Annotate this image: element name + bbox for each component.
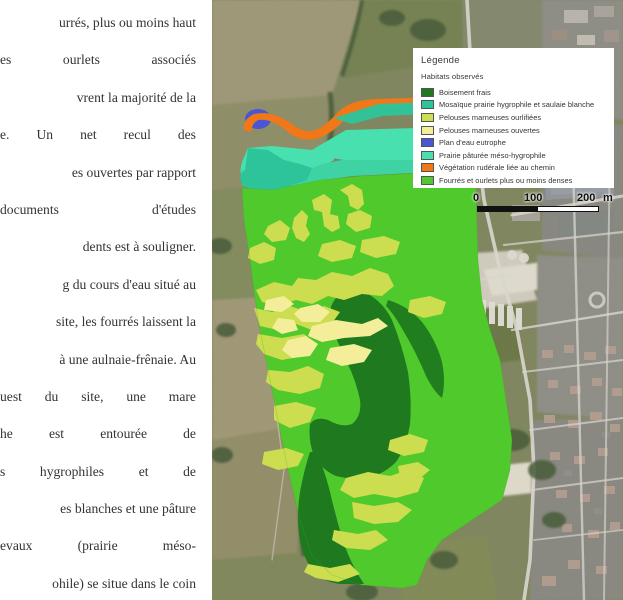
text-line: es ouvertes par rapport <box>0 154 198 191</box>
legend-item-pelouses-ouvertes[interactable]: Pelouses marneuses ouvertes <box>421 124 608 137</box>
legend-item-mosaique-saulaie[interactable]: Mosaïque prairie hygrophile et saulaie b… <box>421 99 608 112</box>
scalebar-tick-0: 0 <box>473 192 480 204</box>
legend-item-label: Prairie pâturée méso-hygrophile <box>439 150 546 160</box>
text-segment: est <box>48 426 65 442</box>
scalebar-unit: m <box>603 192 613 204</box>
text-segment: evaux <box>0 538 33 554</box>
text-segment: entourée <box>100 426 147 442</box>
text-line: site, les fourrés laissent la <box>0 303 198 340</box>
scalebar-tick-200: 200 <box>577 192 596 204</box>
text-segment: recul <box>123 127 151 143</box>
scalebar-segment-dark <box>478 207 538 211</box>
text-segment: à une aulnaie-frênaie. Au <box>59 351 196 367</box>
legend-subtitle: Habitats observés <box>421 72 484 81</box>
legend-title: Légende <box>421 55 460 66</box>
map-scalebar: 0 100 200 m <box>473 192 613 212</box>
text-line: urrés, plus ou moins haut <box>0 4 198 41</box>
text-segment: et <box>138 463 149 479</box>
text-line: ohile) se situe dans le coin <box>0 565 198 600</box>
text-line: à une aulnaie-frênaie. Au <box>0 341 198 378</box>
text-segment: site, <box>81 388 104 404</box>
text-segment: uest <box>0 388 22 404</box>
text-segment: e. <box>0 127 10 143</box>
legend-item-label: Pelouses marneuses ourlifiées <box>439 112 542 122</box>
text-segment: de <box>183 426 196 442</box>
text-segment: documents <box>0 201 59 217</box>
text-segment: es blanches et une pâture <box>60 501 196 517</box>
legend-item-label: Fourrés et ourlets plus ou moins denses <box>439 175 573 185</box>
legend-item-label: Végétation rudérale liée au chemin <box>439 163 555 173</box>
legend-item-vegetation-ruderale[interactable]: Végétation rudérale liée au chemin <box>421 162 608 175</box>
legend-swatch-icon <box>421 163 434 173</box>
text-line: vrent la majorité de la <box>0 79 198 116</box>
legend-item-label: Pelouses marneuses ouvertes <box>439 125 540 135</box>
text-line: es blanches et une pâture <box>0 490 198 527</box>
text-segment: méso- <box>162 538 196 554</box>
scalebar-labels: 0 100 200 m <box>473 192 613 205</box>
text-line: evaux (prairie méso- <box>0 527 198 564</box>
legend-swatch-icon <box>421 138 434 148</box>
text-segment: de <box>183 463 196 479</box>
text-segment: d'études <box>152 201 196 217</box>
text-line: uest du site, une mare <box>0 378 198 415</box>
text-segment: une <box>126 388 146 404</box>
legend-item-plan-deau-eutrophe[interactable]: Plan d'eau eutrophe <box>421 136 608 149</box>
map-legend: Légende Habitats observés Boisement frai… <box>413 48 614 188</box>
text-line: he est entourée de <box>0 415 198 452</box>
scalebar-tick-100: 100 <box>524 192 543 204</box>
scalebar-segment-light <box>538 207 598 211</box>
text-segment: hygrophiles <box>39 463 105 479</box>
text-segment: ohile) se situe dans le coin <box>52 575 196 591</box>
text-segment: he <box>0 426 13 442</box>
text-segment: des <box>177 127 196 143</box>
legend-item-label: Plan d'eau eutrophe <box>439 138 506 148</box>
legend-swatch-icon <box>421 125 434 135</box>
document-text-column: urrés, plus ou moins haut es ourlets ass… <box>0 0 206 600</box>
text-segment: site, les fourrés laissent la <box>55 314 196 330</box>
legend-swatch-icon <box>421 175 434 185</box>
text-segment: associés <box>151 52 196 68</box>
text-segment: es ouvertes par rapport <box>71 164 196 180</box>
text-segment: mare <box>168 388 196 404</box>
text-segment: (prairie <box>77 538 118 554</box>
legend-item-label: Mosaïque prairie hygrophile et saulaie b… <box>439 100 595 110</box>
text-segment: dents est à souligner. <box>82 239 196 255</box>
text-segment: Un <box>36 127 54 143</box>
scalebar-graphic <box>477 206 599 212</box>
legend-swatch-icon <box>421 100 434 110</box>
legend-swatch-icon <box>421 150 434 160</box>
legend-swatch-icon <box>421 112 434 122</box>
text-segment: ourlets <box>62 52 100 68</box>
text-segment: g du cours d'eau situé au <box>62 276 196 292</box>
text-line: documents d'études <box>0 191 198 228</box>
text-line: e. Un net recul des <box>0 116 198 153</box>
text-segment: du <box>44 388 59 404</box>
text-segment: urrés, plus ou moins haut <box>58 15 196 30</box>
text-segment: s <box>0 463 6 479</box>
text-line: g du cours d'eau situé au <box>0 266 198 303</box>
legend-item-fourres-ourlets[interactable]: Fourrés et ourlets plus ou moins denses <box>421 174 608 187</box>
legend-item-prairie-paturee[interactable]: Prairie pâturée méso-hygrophile <box>421 149 608 162</box>
legend-item-pelouses-ourlifiees[interactable]: Pelouses marneuses ourlifiées <box>421 111 608 124</box>
page-root: urrés, plus ou moins haut es ourlets ass… <box>0 0 623 600</box>
text-segment: es <box>0 52 12 68</box>
legend-item-label: Boisement frais <box>439 87 491 97</box>
text-segment: net <box>80 127 97 143</box>
legend-item-boisement-frais[interactable]: Boisement frais <box>421 86 608 99</box>
text-line: s hygrophiles et de <box>0 453 198 490</box>
text-line: dents est à souligner. <box>0 228 198 265</box>
habitat-map[interactable]: Légende Habitats observés Boisement frai… <box>212 0 623 600</box>
legend-swatch-icon <box>421 87 434 97</box>
text-segment: vrent la majorité de la <box>76 89 196 105</box>
text-line: es ourlets associés <box>0 41 198 78</box>
